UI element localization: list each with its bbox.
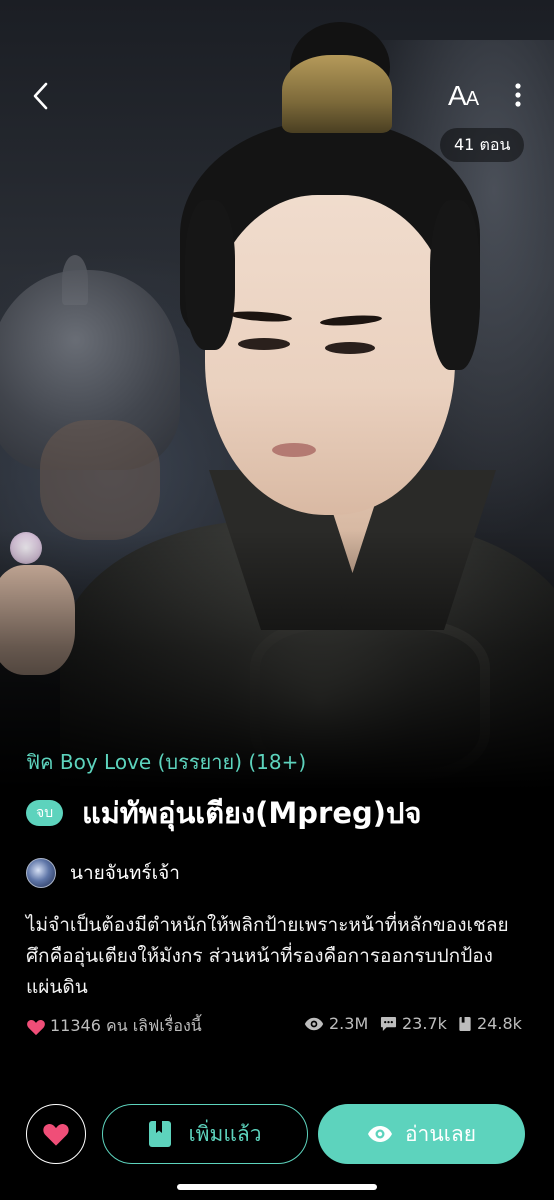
comments-count: 23.7k <box>402 1014 447 1033</box>
font-size-button[interactable]: AA <box>448 76 479 116</box>
bookmark-book-icon <box>149 1121 172 1147</box>
views-count: 2.3M <box>329 1014 369 1033</box>
heart-icon <box>43 1123 69 1146</box>
library-button-label: เพิ่มแล้ว <box>188 1121 262 1146</box>
episode-count-badge: 41 ตอน <box>440 128 525 162</box>
font-size-icon-big: A <box>448 80 467 111</box>
comments-stat: 23.7k <box>380 1014 447 1033</box>
bookmarks-stat: 24.8k <box>458 1014 522 1033</box>
genre-label[interactable]: ฟิค Boy Love (บรรยาย) (18+) <box>26 746 306 778</box>
read-now-button[interactable]: อ่านเลย <box>318 1104 525 1164</box>
likes-stat: 11346 คน เลิฟเรื่องนี้ <box>26 1014 202 1039</box>
author-name: นายจันทร์เจ้า <box>70 862 180 884</box>
synopsis: ไม่จำเป็นต้องมีตำหนักให้พลิกป้ายเพราะหน้… <box>26 914 509 998</box>
font-size-icon-small: A <box>465 88 479 110</box>
eye-icon <box>304 1017 324 1030</box>
love-button[interactable] <box>26 1104 86 1164</box>
novel-title: แม่ทัพอุ่นเตียง(Mpreg)ปจ <box>82 796 422 830</box>
author-row[interactable]: นายจันทร์เจ้า <box>26 858 180 888</box>
heart-icon <box>27 1019 45 1035</box>
eye-icon <box>367 1126 392 1142</box>
book-icon <box>459 1016 471 1031</box>
chevron-left-icon <box>33 82 48 110</box>
back-button[interactable] <box>22 76 62 116</box>
stats-row: 11346 คน เลิฟเรื่องนี้ 2.3M 23.7k 24.8k <box>26 1014 528 1036</box>
home-indicator[interactable] <box>177 1184 377 1190</box>
views-stat: 2.3M <box>304 1014 368 1033</box>
face <box>205 195 455 515</box>
bookmarks-count: 24.8k <box>477 1014 522 1033</box>
cover-image <box>0 0 554 790</box>
author-avatar <box>26 858 56 888</box>
add-to-library-button[interactable]: เพิ่มแล้ว <box>102 1104 308 1164</box>
hair-crown <box>282 55 392 133</box>
read-button-label: อ่านเลย <box>404 1121 477 1146</box>
comment-icon <box>380 1016 397 1031</box>
status-badge: จบ <box>26 800 64 826</box>
likes-text: 11346 คน เลิฟเรื่องนี้ <box>50 1016 202 1035</box>
more-options-button[interactable] <box>506 78 530 114</box>
more-vertical-icon <box>515 83 521 107</box>
